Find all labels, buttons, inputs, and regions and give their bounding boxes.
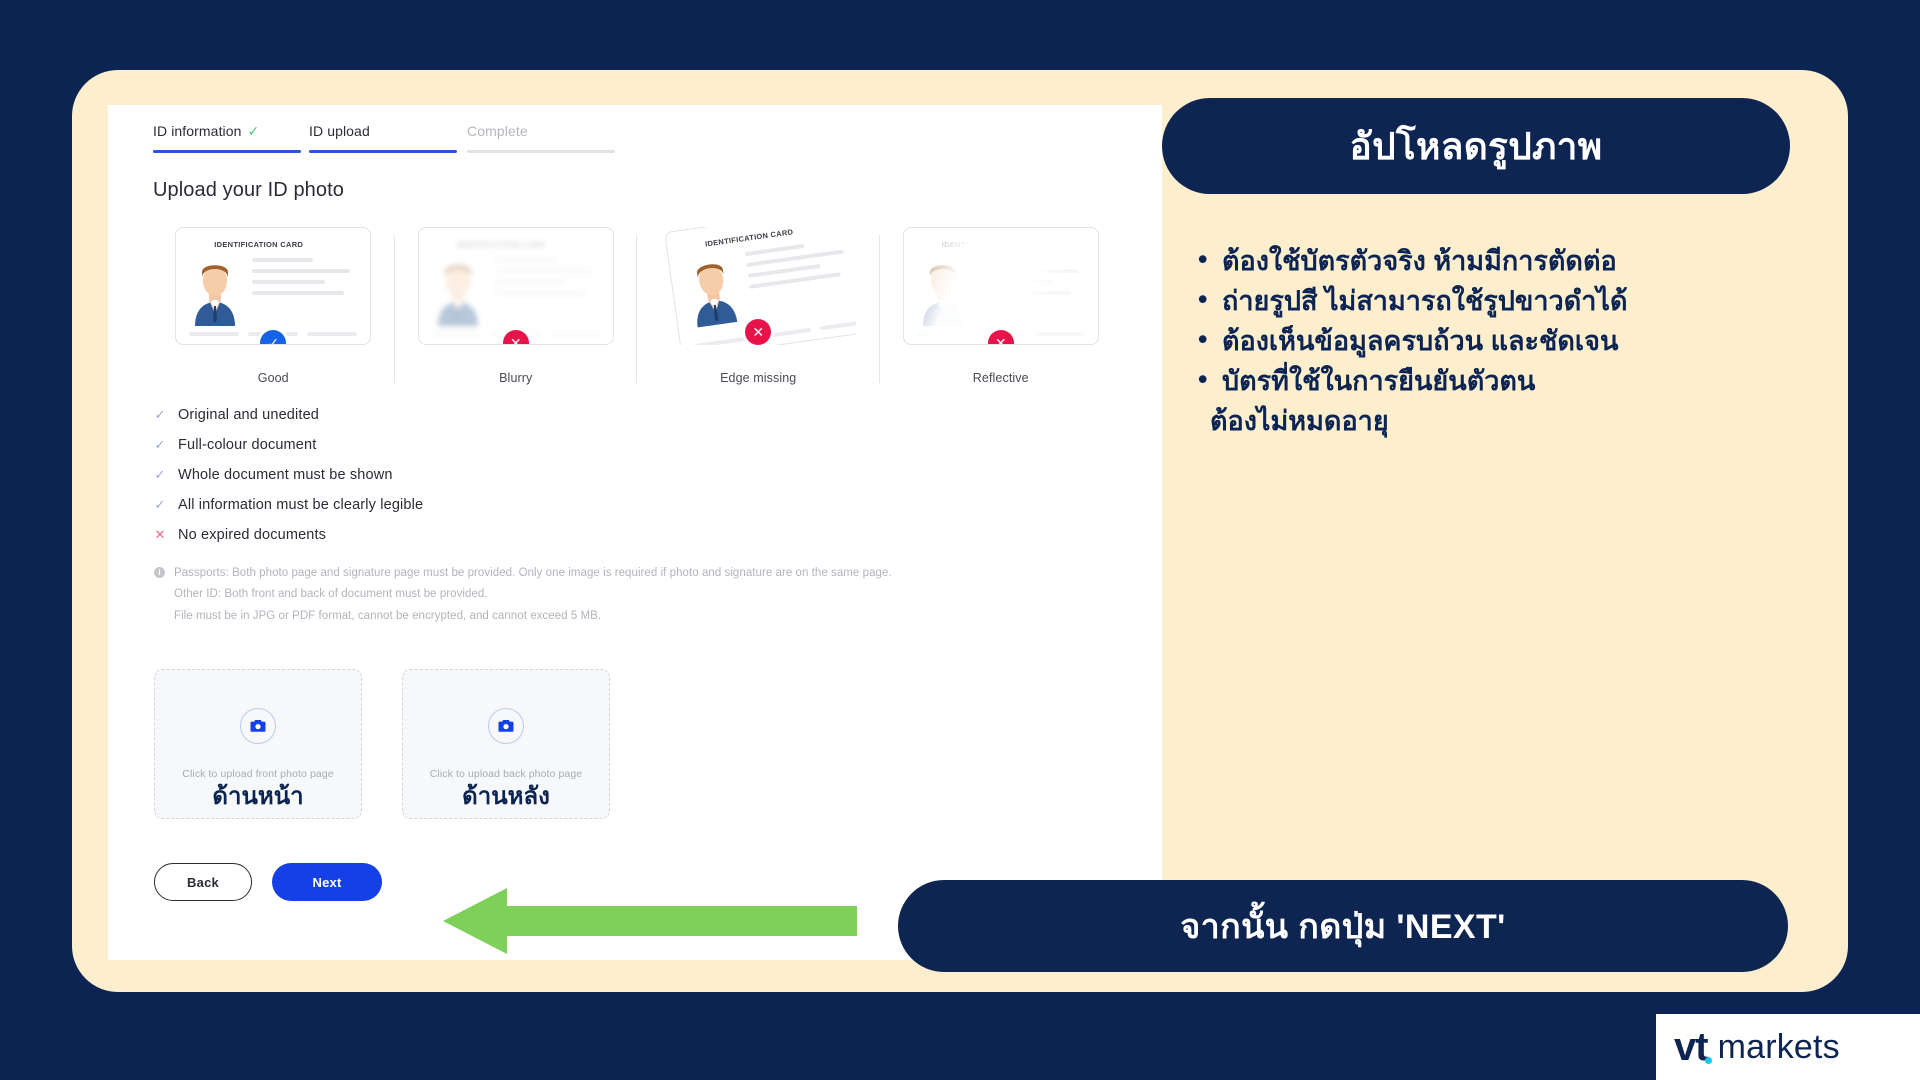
id-card-title: IDENTIFICATION CARD — [214, 240, 304, 249]
annotation-back-label: ด้านหลัง — [462, 783, 550, 810]
check-icon: ✓ — [154, 467, 166, 482]
example-caption: Blurry — [499, 371, 533, 385]
upload-dropzones: Click to upload front photo page ด้านหน้… — [154, 669, 610, 819]
app-screenshot-card: ID information ✓ ID upload Complete Uplo… — [108, 105, 1162, 960]
example-caption: Good — [257, 371, 289, 385]
upload-front-dropzone[interactable]: Click to upload front photo page ด้านหน้… — [154, 669, 362, 819]
camera-icon — [488, 708, 524, 744]
footnote-line-3: File must be in JPG or PDF format, canno… — [174, 609, 602, 622]
example-blurry: IDENTIFICATION CARD ✕ Blurry — [395, 227, 637, 385]
bullet-text: ถ่ายรูปสี ไม่สามารถใช้รูปขาวดำได้ — [1222, 285, 1628, 316]
annotation-footer-pill: จากนั้น กดปุ่ม 'NEXT' — [898, 880, 1788, 972]
annotation-front-label: ด้านหน้า — [212, 783, 304, 810]
id-card-title: IDENTIFICATION CARD — [704, 227, 795, 249]
list-item-label: Full-colour document — [178, 437, 317, 453]
logo-wordmark: markets — [1717, 1027, 1840, 1066]
bullet-text: ต้องใช้บัตรตัวจริง ห้ามมีการตัดต่อ — [1222, 246, 1617, 276]
person-avatar-icon — [195, 265, 236, 326]
check-icon: ✓ — [154, 407, 166, 422]
cross-icon: ✕ — [154, 527, 166, 542]
id-card-illustration: IDENTIFICATION CARD — [417, 227, 614, 345]
annotation-bullet-list: ต้องใช้บัตรตัวจริง ห้ามมีการตัดต่อ ถ่ายร… — [1196, 240, 1806, 442]
footnote: i Passports: Both photo page and signatu… — [154, 563, 1114, 627]
person-avatar-icon — [697, 264, 738, 328]
step-label-text: ID upload — [309, 123, 370, 139]
stepper: ID information ✓ ID upload Complete — [153, 123, 633, 153]
page-root: ID information ✓ ID upload Complete Uplo… — [0, 0, 1920, 1080]
person-avatar-icon — [437, 265, 478, 326]
form-actions: Back Next — [154, 863, 382, 901]
camera-icon — [240, 708, 276, 744]
glare-overlay — [903, 228, 1098, 344]
next-button[interactable]: Next — [272, 863, 382, 901]
step-progress-bar — [309, 150, 457, 153]
page-title: Upload your ID photo — [153, 179, 345, 201]
list-item-label: All information must be clearly legible — [178, 497, 424, 513]
list-item-label: No expired documents — [178, 527, 327, 543]
requirements-checklist: ✓ Original and unedited ✓ Full-colour do… — [154, 400, 424, 550]
example-edge-missing: IDENTIFICATION CARD ✕ Edge missing — [637, 227, 880, 385]
info-icon: i — [154, 567, 165, 578]
step-progress-bar — [153, 150, 301, 153]
footnote-line-1: Passports: Both photo page and signature… — [174, 567, 892, 579]
list-item-label: Whole document must be shown — [178, 467, 393, 483]
list-item: ✕ No expired documents — [154, 520, 423, 550]
check-icon: ✓ — [154, 497, 166, 512]
check-icon: ✓ — [247, 123, 260, 139]
bullet-text: ต้องเห็นข้อมูลครบถ้วน และชัดเจน — [1222, 325, 1619, 356]
left-arrow-icon — [443, 888, 857, 954]
step-label-text: Complete — [467, 123, 528, 139]
example-cards-row: IDENTIFICATION CARD ✓ Good IDENTIFICATIO… — [152, 227, 1122, 385]
example-caption: Reflective — [972, 371, 1029, 385]
id-card-text-lines — [494, 258, 599, 302]
list-item: ถ่ายรูปสี ไม่สามารถใช้รูปขาวดำได้ — [1196, 280, 1806, 322]
logo-mark: vt — [1674, 1025, 1712, 1070]
step-id-upload[interactable]: ID upload — [309, 123, 457, 153]
step-label-text: ID information — [153, 123, 242, 139]
step-complete[interactable]: Complete — [467, 123, 615, 153]
list-item: ✓ All information must be clearly legibl… — [154, 490, 424, 520]
bullet-text: บัตรที่ใช้ในการยืนยันตัวตน — [1222, 365, 1536, 396]
footnote-line-2: Other ID: Both front and back of documen… — [174, 588, 488, 601]
id-card-text-lines — [252, 258, 356, 302]
id-card-text-lines — [744, 238, 854, 296]
annotation-footer-text: จากนั้น กดปุ่ม 'NEXT' — [1180, 908, 1506, 946]
list-item: บัตรที่ใช้ในการยืนยันตัวตน ต้องไม่หมดอาย… — [1196, 360, 1806, 442]
example-caption: Edge missing — [720, 371, 797, 385]
list-item: ✓ Original and unedited — [154, 400, 423, 430]
list-item: ต้องใช้บัตรตัวจริง ห้ามมีการตัดต่อ — [1196, 240, 1806, 282]
check-icon: ✓ — [154, 437, 166, 452]
id-card-illustration: IDENTIFICATION CARD — [902, 227, 1099, 345]
list-item: ต้องเห็นข้อมูลครบถ้วน และชัดเจน — [1196, 320, 1806, 362]
annotation-title-pill: อัปโหลดรูปภาพ — [1162, 98, 1790, 194]
example-good: IDENTIFICATION CARD ✓ Good — [152, 227, 395, 385]
status-badge-edge-missing: ✕ — [745, 319, 772, 345]
id-card-title: IDENTIFICATION CARD — [456, 240, 546, 249]
list-item: ✓ Full-colour document — [154, 430, 423, 460]
brand-logo: vt markets — [1656, 1014, 1920, 1080]
bullet-text-continuation: ต้องไม่หมดอายุ — [1210, 405, 1389, 436]
logo-dot-icon — [1704, 1056, 1712, 1064]
example-reflective: IDENTIFICATION CARD — [880, 227, 1123, 385]
step-progress-bar — [467, 150, 615, 153]
upload-back-dropzone[interactable]: Click to upload back photo page ด้านหลัง — [402, 669, 610, 819]
list-item-label: Original and unedited — [178, 407, 319, 423]
list-item: ✓ Whole document must be shown — [154, 460, 423, 490]
back-button[interactable]: Back — [154, 863, 252, 901]
id-card-illustration: IDENTIFICATION CARD — [175, 227, 372, 345]
annotation-title: อัปโหลดรูปภาพ — [1349, 125, 1603, 167]
step-id-information[interactable]: ID information ✓ — [153, 123, 301, 153]
